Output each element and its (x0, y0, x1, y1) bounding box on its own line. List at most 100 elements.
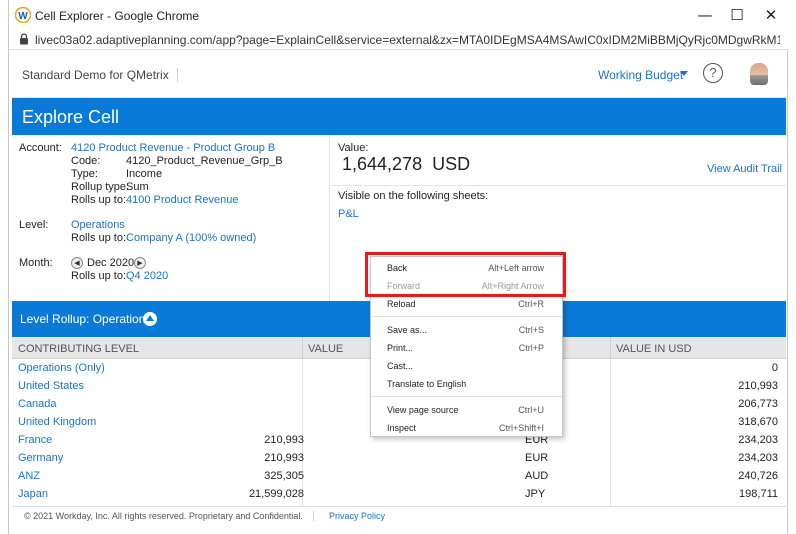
row-value-usd: 206,773 (738, 398, 778, 410)
app-brand: Standard Demo for QMetrix (22, 68, 178, 82)
menu-separator (371, 396, 562, 397)
account-label: Account: (19, 142, 62, 154)
row-value: 325,305 (264, 470, 304, 482)
highlight-annotation (365, 252, 566, 297)
budget-selector[interactable]: Working Budget (598, 68, 683, 82)
dimension-details: Account: 4120 Product Revenue - Product … (12, 135, 330, 301)
svg-text:W: W (18, 11, 28, 22)
window-title: Cell Explorer - Google Chrome (35, 9, 200, 23)
url-text[interactable]: livec03a02.adaptiveplanning.com/app?page… (35, 33, 780, 47)
chevron-down-icon[interactable] (680, 71, 688, 76)
title-bar: W Cell Explorer - Google Chrome — ☐ ✕ (9, 0, 789, 30)
menu-item-shortcut: Ctrl+P (518, 343, 544, 353)
menu-item-shortcut: Ctrl+S (518, 325, 544, 335)
value-amount: 1,644,278 USD (342, 154, 470, 175)
menu-item-shortcut: Ctrl+R (518, 299, 544, 309)
menu-item-label: Inspect (387, 423, 417, 433)
row-level-link[interactable]: Japan (18, 488, 48, 500)
level-label: Level: (19, 219, 49, 231)
month-value: Dec 2020 (87, 257, 135, 269)
row-value-usd: 234,203 (738, 434, 778, 446)
copyright-text: © 2021 Workday, Inc. All rights reserved… (24, 511, 314, 521)
level-link[interactable]: Operations (71, 219, 125, 231)
account-rolls-up-link[interactable]: 4100 Product Revenue (126, 194, 239, 206)
workday-logo-icon: W (15, 7, 31, 23)
row-level-link[interactable]: France (18, 434, 52, 446)
page-title: Explore Cell (22, 107, 120, 127)
row-currency: AUD (525, 470, 549, 482)
sheet-link-pl[interactable]: P&L (338, 208, 359, 220)
visible-sheets-label: Visible on the following sheets: (338, 190, 489, 202)
menu-item-reload[interactable]: Reload Ctrl+R (371, 296, 562, 314)
level-rolls-up-label: Rolls up to: (71, 232, 127, 244)
type-label: Type: (71, 168, 98, 180)
row-value-usd: 0 (771, 362, 778, 374)
row-currency: EUR (525, 452, 549, 464)
code-label: Code: (71, 155, 101, 167)
prev-month-icon[interactable]: ◀ (71, 257, 83, 269)
code-value: 4120_Product_Revenue_Grp_B (126, 155, 283, 167)
collapse-icon[interactable] (143, 312, 157, 326)
avatar[interactable] (750, 63, 768, 85)
value-number: 1,644,278 (342, 154, 423, 174)
row-value-usd: 318,670 (738, 416, 778, 428)
lock-icon (20, 33, 28, 45)
rollup-type-label: Rollup type: (71, 181, 130, 193)
row-value: 210,993 (264, 434, 304, 446)
menu-item-cast[interactable]: Cast... (371, 358, 562, 376)
column-header-value-usd: VALUE IN USD (616, 343, 692, 355)
menu-item-inspect[interactable]: Inspect Ctrl+Shift+I (371, 420, 562, 438)
page-footer: © 2021 Workday, Inc. All rights reserved… (12, 506, 786, 526)
column-divider (610, 337, 611, 359)
row-level-link[interactable]: United Kingdom (18, 416, 96, 428)
value-label: Value: (338, 142, 369, 154)
account-link[interactable]: 4120 Product Revenue - Product Group B (71, 142, 275, 154)
level-rolls-up-link[interactable]: Company A (100% owned) (126, 232, 256, 244)
menu-item-label: View page source (387, 405, 459, 415)
privacy-policy-link[interactable]: Privacy Policy (329, 511, 385, 521)
menu-separator (371, 316, 562, 317)
table-row: ANZ 325,305 AUD 240,726 (12, 467, 786, 485)
table-row: Japan 21,599,028 JPY 198,711 (12, 485, 786, 503)
month-rolls-up-link[interactable]: Q4 2020 (126, 270, 168, 282)
type-value: Income (126, 168, 163, 180)
menu-item-label: Translate to English (387, 379, 467, 389)
row-level-link[interactable]: Canada (18, 398, 57, 410)
level-rollup-title: Level Rollup: Operations (20, 312, 152, 326)
month-label: Month: (19, 257, 53, 269)
menu-item-save-as[interactable]: Save as... Ctrl+S (371, 322, 562, 340)
row-value: 210,993 (264, 452, 304, 464)
row-value-usd: 240,726 (738, 470, 778, 482)
row-level-link[interactable]: Germany (18, 452, 63, 464)
next-month-icon[interactable]: ▶ (134, 257, 146, 269)
menu-item-shortcut: Ctrl+U (518, 405, 544, 415)
row-currency: JPY (525, 488, 546, 500)
value-divider (331, 185, 786, 186)
address-bar[interactable]: livec03a02.adaptiveplanning.com/app?page… (9, 30, 789, 50)
table-row: Germany 210,993 EUR 234,203 (12, 449, 786, 467)
help-icon[interactable]: ? (703, 63, 723, 83)
account-rolls-up-label: Rolls up to: (71, 194, 127, 206)
menu-item-label: Reload (387, 299, 416, 309)
menu-item-shortcut: Ctrl+Shift+I (498, 423, 544, 433)
menu-item-view-source[interactable]: View page source Ctrl+U (371, 402, 562, 420)
column-divider (302, 337, 303, 359)
app-header: Standard Demo for QMetrix Working Budget… (12, 52, 786, 98)
close-button[interactable]: ✕ (756, 4, 786, 26)
maximize-button[interactable]: ☐ (722, 4, 752, 26)
minimize-button[interactable]: — (690, 4, 720, 26)
value-currency: USD (432, 154, 471, 174)
menu-item-label: Print... (387, 343, 414, 353)
view-audit-trail-link[interactable]: View Audit Trail (707, 163, 782, 175)
menu-item-translate[interactable]: Translate to English (371, 376, 562, 394)
row-value-usd: 210,993 (738, 380, 778, 392)
page-header: Explore Cell (12, 98, 786, 135)
row-value-usd: 234,203 (738, 452, 778, 464)
row-level-link[interactable]: United States (18, 380, 84, 392)
month-rolls-up-label: Rolls up to: (71, 270, 127, 282)
row-level-link[interactable]: Operations (Only) (18, 362, 105, 374)
row-level-link[interactable]: ANZ (18, 470, 40, 482)
menu-item-label: Save as... (387, 325, 428, 335)
menu-item-print[interactable]: Print... Ctrl+P (371, 340, 562, 358)
column-header-value: VALUE (308, 343, 344, 355)
